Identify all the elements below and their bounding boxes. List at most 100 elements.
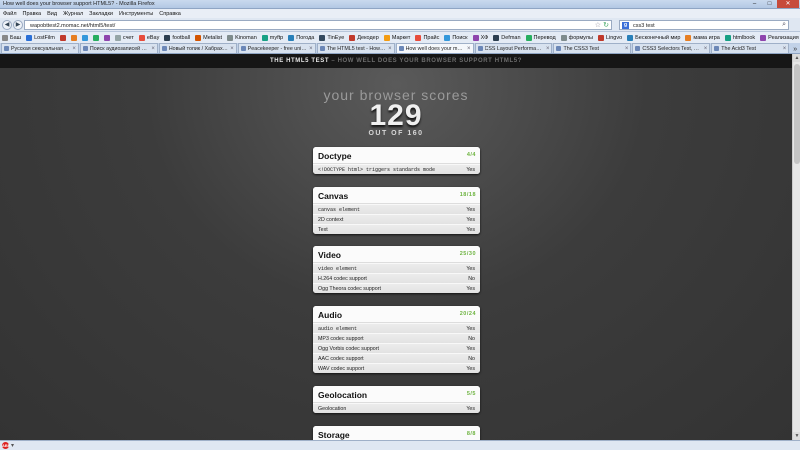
bookmark-item[interactable]: myftp xyxy=(261,34,284,41)
bookmark-item[interactable]: football xyxy=(164,34,191,41)
test-result: Yes xyxy=(466,266,475,272)
bookmark-item[interactable]: Metalist xyxy=(195,34,222,41)
bookmark-item[interactable] xyxy=(103,34,110,41)
bookmark-item[interactable]: Бесконечный мир xyxy=(627,34,681,41)
bookmark-item[interactable]: Прайс xyxy=(415,34,439,41)
browser-tab[interactable]: The Acid3 Test × xyxy=(711,43,790,53)
bookmark-item[interactable]: формулы xyxy=(560,34,593,41)
section-header[interactable]: Canvas 18/18 xyxy=(313,187,480,204)
tab-close-icon[interactable]: × xyxy=(230,46,234,52)
tab-favicon-icon xyxy=(161,46,167,51)
menu-item[interactable]: Вид xyxy=(47,11,57,17)
menu-item[interactable]: Справка xyxy=(159,11,181,17)
bookmark-favicon-icon xyxy=(724,34,731,41)
bookmark-item[interactable]: htmlbook xyxy=(724,34,755,41)
tab-close-icon[interactable]: × xyxy=(151,46,155,52)
browser-tab[interactable]: How well does your mobi... × xyxy=(395,43,474,53)
bookmark-item[interactable]: eBay xyxy=(138,34,159,41)
adblock-menu-icon[interactable]: ▾ xyxy=(11,442,14,449)
tab-close-icon[interactable]: × xyxy=(546,46,550,52)
tab-favicon-icon xyxy=(4,46,9,51)
browser-tab[interactable]: CSS3 Selectors Test, CSS3 ...× xyxy=(632,43,711,53)
address-bar[interactable]: wapobttest2.momac.net/html5/test/ ☆ ↻ xyxy=(24,20,612,30)
tabs-overflow-icon[interactable]: » xyxy=(790,46,800,53)
tab-close-icon[interactable]: × xyxy=(309,46,313,52)
bookmark-item[interactable]: Реализация проекта xyxy=(760,34,800,41)
page-scrollbar[interactable]: ▲ ▼ xyxy=(792,54,800,440)
search-engine-icon[interactable]: g xyxy=(622,22,629,29)
reload-icon[interactable]: ↻ xyxy=(603,21,609,29)
adblock-icon[interactable]: ABP xyxy=(2,442,10,449)
bookmark-item[interactable] xyxy=(81,34,88,41)
bookmark-label: myftp xyxy=(269,34,284,41)
menu-item[interactable]: Закладки xyxy=(89,11,113,17)
menu-item[interactable]: Правка xyxy=(23,11,42,17)
bookmark-item[interactable]: Декодер xyxy=(349,34,379,41)
search-input[interactable]: g css3 test ⌕ xyxy=(619,20,789,30)
browser-tab[interactable]: CSS Layout Performance ... × xyxy=(474,43,553,53)
menu-item[interactable]: Инструменты xyxy=(119,11,153,17)
page-viewport: THE HTML5 TEST – HOW WELL DOES YOUR BROW… xyxy=(0,54,792,440)
section-header[interactable]: Video 25/30 xyxy=(313,246,480,263)
bookmark-item[interactable] xyxy=(92,34,99,41)
bookmark-label: football xyxy=(172,34,191,41)
bookmark-star-icon[interactable]: ☆ xyxy=(595,21,601,29)
bookmark-favicon-icon xyxy=(472,34,479,41)
bookmark-favicon-icon xyxy=(383,34,390,41)
maximize-button[interactable]: □ xyxy=(762,0,777,8)
bookmark-favicon-icon xyxy=(70,34,77,41)
bookmark-item[interactable]: Поиск xyxy=(444,34,468,41)
bookmark-item[interactable]: Маркет xyxy=(383,34,410,41)
bookmark-item[interactable]: Баш xyxy=(2,34,21,41)
bookmark-item[interactable]: ХФ xyxy=(472,34,488,41)
bookmark-item[interactable] xyxy=(59,34,66,41)
bookmark-item[interactable]: Lingvo xyxy=(597,34,622,41)
close-window-button[interactable]: ✕ xyxy=(777,0,799,8)
browser-tab[interactable]: Русская сексуальная ре... × xyxy=(1,43,79,53)
bookmark-item[interactable]: LostFilm xyxy=(26,34,55,41)
scrollbar-thumb[interactable] xyxy=(794,64,800,164)
bookmark-item[interactable]: Перевод xyxy=(525,34,556,41)
bookmark-favicon-icon xyxy=(92,34,99,41)
menu-item[interactable]: Журнал xyxy=(63,11,83,17)
tab-close-icon[interactable]: × xyxy=(72,46,76,52)
bookmark-label: Бесконечный мир xyxy=(635,34,681,41)
scroll-down-icon[interactable]: ▼ xyxy=(793,432,800,440)
bookmark-item[interactable]: мама игра xyxy=(685,34,720,41)
bookmark-favicon-icon xyxy=(560,34,567,41)
bookmark-item[interactable]: TinEye xyxy=(319,34,345,41)
bookmark-item[interactable] xyxy=(70,34,77,41)
tab-close-icon[interactable]: × xyxy=(783,46,787,52)
minimize-button[interactable]: – xyxy=(747,0,762,8)
bookmark-item[interactable]: Погода xyxy=(288,34,314,41)
bookmark-item[interactable]: Defman xyxy=(493,34,521,41)
tab-label: CSS Layout Performance ... xyxy=(484,45,544,52)
bookmark-item[interactable]: счет xyxy=(114,34,134,41)
test-row: Text Yes xyxy=(313,224,480,234)
back-button[interactable]: ◀ xyxy=(2,20,12,30)
forward-button[interactable]: ▶ xyxy=(13,20,23,30)
search-icon[interactable]: ⌕ xyxy=(782,21,786,29)
bookmark-label: TinEye xyxy=(327,34,345,41)
browser-tab[interactable]: Поиск аудиозаписей по ... × xyxy=(79,43,158,53)
menu-item[interactable]: Файл xyxy=(3,11,17,17)
section-header[interactable]: Doctype 4/4 xyxy=(313,147,480,164)
tab-close-icon[interactable]: × xyxy=(704,46,708,52)
test-result: Yes xyxy=(466,286,475,292)
browser-tab[interactable]: Peacekeeper - free univer... × xyxy=(237,43,316,53)
section-header[interactable]: Storage 8/8 xyxy=(313,426,480,440)
tab-close-icon[interactable]: × xyxy=(467,46,471,52)
section-header[interactable]: Geolocation 5/5 xyxy=(313,386,480,403)
status-bar: ABP ▾ xyxy=(0,440,800,450)
bookmark-item[interactable]: Kinoman xyxy=(227,34,257,41)
site-header-title[interactable]: THE HTML5 TEST xyxy=(270,58,329,64)
browser-tab[interactable]: Новый топик / Хабрахабр × xyxy=(158,43,237,53)
scroll-up-icon[interactable]: ▲ xyxy=(793,54,800,62)
tab-close-icon[interactable]: × xyxy=(388,46,392,52)
section-header[interactable]: Audio 20/24 xyxy=(313,306,480,323)
bookmark-label: Декодер xyxy=(357,34,379,41)
test-label: Text xyxy=(318,227,328,233)
browser-tab[interactable]: The HTML5 test - How w... × xyxy=(316,43,395,53)
browser-tab[interactable]: The CSS3 Test × xyxy=(553,43,632,53)
tab-close-icon[interactable]: × xyxy=(625,46,629,52)
